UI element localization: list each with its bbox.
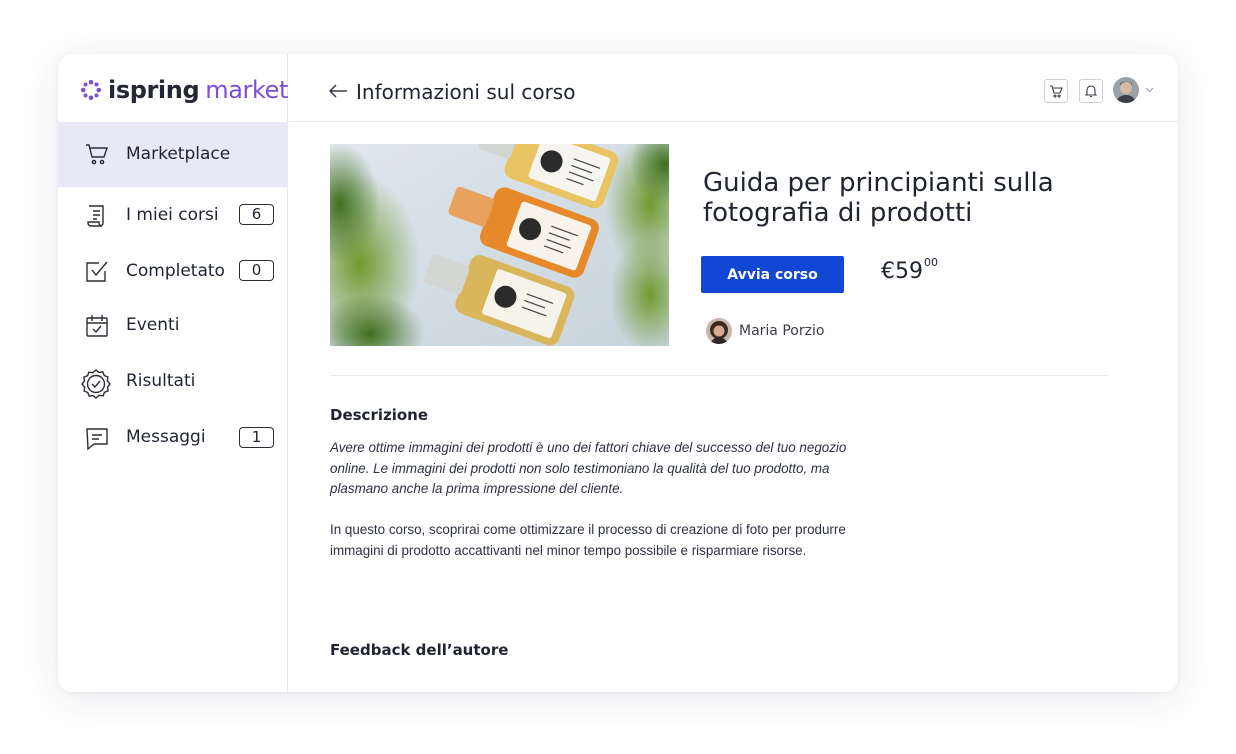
avatar[interactable] <box>1113 77 1139 103</box>
description-paragraph-2: In questo corso, scoprirai come ottimizz… <box>330 522 846 558</box>
sidebar-item-messages[interactable]: Messaggi 1 <box>58 410 288 466</box>
price-main: €59 <box>881 259 923 284</box>
logo-icon <box>80 79 102 101</box>
author-name: Maria Porzio <box>739 323 825 339</box>
sidebar-item-completed[interactable]: Completato 0 <box>58 243 288 299</box>
bell-icon <box>1084 85 1098 98</box>
sidebar-item-label: Marketplace <box>126 144 231 164</box>
sidebar-item-marketplace[interactable]: Marketplace <box>58 122 288 187</box>
course-list-icon <box>87 205 104 227</box>
course-title: Guida per principianti sulla fotografia … <box>703 168 1054 228</box>
message-icon <box>86 428 108 451</box>
app-window: ispring market Marketplace I miei corsi 6 <box>58 54 1178 692</box>
sidebar-item-label: Completato <box>126 261 225 281</box>
course-cover-image <box>330 144 669 346</box>
price-cents: 00 <box>924 255 938 269</box>
chevron-down-icon[interactable] <box>1145 87 1154 93</box>
sidebar-item-label: Eventi <box>126 315 180 335</box>
sidebar-item-label: Risultati <box>126 371 196 391</box>
notifications-button[interactable] <box>1079 79 1103 103</box>
badge-check-icon <box>81 369 111 399</box>
start-course-button[interactable]: Avvia corso <box>701 256 844 293</box>
count-badge: 1 <box>239 427 274 448</box>
course-price: €5900 <box>881 255 938 284</box>
author-avatar <box>706 318 732 344</box>
brand-name-part1: ispring <box>108 76 200 104</box>
count-badge: 0 <box>239 260 274 281</box>
cart-icon <box>86 144 108 165</box>
user-avatar-image <box>1113 77 1139 103</box>
top-header: Informazioni sul corso <box>289 54 1178 122</box>
sidebar-item-label: Messaggi <box>126 427 206 447</box>
section-divider <box>330 375 1108 376</box>
cart-icon <box>1050 85 1063 98</box>
cart-button[interactable] <box>1044 79 1068 103</box>
check-box-icon <box>86 261 108 282</box>
logo[interactable]: ispring market <box>80 76 288 104</box>
sidebar-item-events[interactable]: Eventi <box>58 298 288 354</box>
sidebar-item-my-courses[interactable]: I miei corsi 6 <box>58 187 288 243</box>
description-paragraph-1: Avere ottime immagini dei prodotti è uno… <box>330 440 847 497</box>
sidebar: ispring market Marketplace I miei corsi 6 <box>58 54 288 692</box>
count-badge: 6 <box>239 204 274 225</box>
sidebar-item-results[interactable]: Risultati <box>58 354 288 410</box>
sidebar-item-label: I miei corsi <box>126 205 219 225</box>
feedback-title: Feedback dell’autore <box>330 641 509 659</box>
calendar-icon <box>86 315 108 337</box>
description-title: Descrizione <box>330 406 429 424</box>
course-author[interactable]: Maria Porzio <box>706 318 824 344</box>
brand-name-part2: market <box>205 76 289 104</box>
page-title: Informazioni sul corso <box>356 80 576 104</box>
back-arrow-icon[interactable] <box>328 83 348 99</box>
